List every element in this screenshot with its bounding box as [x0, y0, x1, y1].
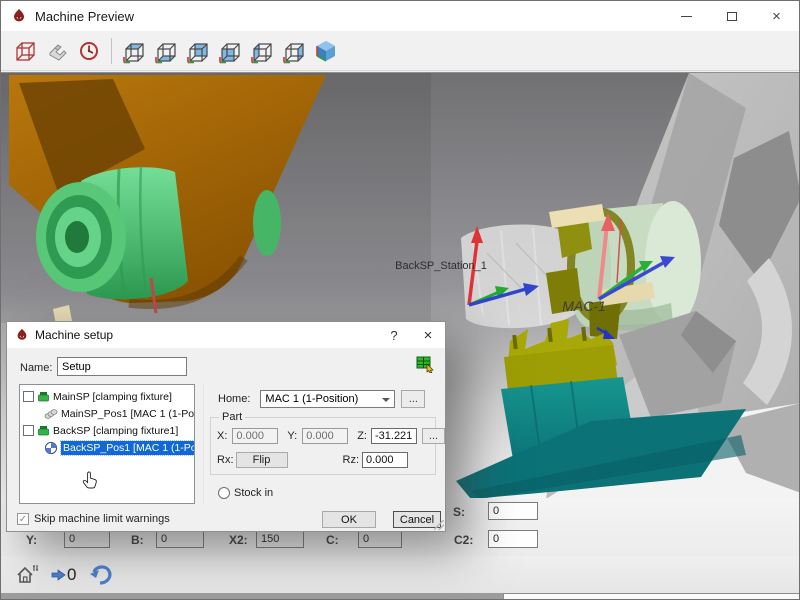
skip-warnings-checkbox[interactable]: ✓ [17, 513, 29, 525]
x2-axis-label: X2: [229, 533, 248, 547]
skip-warnings-label: Skip machine limit warnings [34, 513, 170, 525]
mainsp-checkbox[interactable] [23, 391, 34, 402]
machine-setup-dialog: Machine setup ? × Name: MainSP [clamping… [6, 321, 446, 532]
home-label: Home: [218, 393, 250, 405]
setup-tree: MainSP [clamping fixture] MainSP_Pos1 [M… [19, 384, 195, 504]
stock-in-label: Stock in [234, 487, 273, 499]
machine-housing-icon[interactable] [11, 37, 39, 65]
backsp-checkbox[interactable] [23, 425, 34, 436]
blue-arrow-icon [51, 568, 66, 582]
mac1-label: MAC-1 [562, 298, 606, 314]
dialog-logo-icon [15, 328, 29, 342]
fixture-icon[interactable] [43, 37, 71, 65]
tree-item-label-selected: BackSP_Pos1 [MAC 1 (1-Position)] [61, 441, 195, 455]
stock-in-radio[interactable] [218, 487, 230, 499]
view-right-icon[interactable] [280, 37, 308, 65]
machine-table-icon[interactable] [415, 355, 435, 373]
minimize-button[interactable] [664, 1, 709, 31]
part-x-label: X: [217, 430, 227, 442]
b-axis-field[interactable]: 0 [156, 530, 204, 548]
view-left-icon[interactable] [248, 37, 276, 65]
view-front-icon[interactable] [216, 37, 244, 65]
tree-item-label: MainSP_Pos1 [MAC 1 (1-Position)] [61, 408, 195, 420]
view-top-icon[interactable] [120, 37, 148, 65]
home-position-icon[interactable] [15, 563, 41, 587]
machine-preview-window: Machine Preview × [0, 0, 800, 600]
c2-axis-field[interactable]: 0 [488, 530, 538, 548]
flip-button[interactable]: Flip [236, 452, 288, 468]
view-back-icon[interactable] [184, 37, 212, 65]
sphere-icon [44, 441, 58, 455]
dialog-help-button[interactable]: ? [377, 322, 411, 348]
c-axis-field[interactable]: 0 [358, 530, 402, 548]
s-axis-label: S: [453, 505, 465, 519]
home-combobox-value: MAC 1 (1-Position) [265, 393, 358, 405]
maximize-button[interactable] [709, 1, 754, 31]
close-button[interactable]: × [754, 1, 799, 31]
part-z-field[interactable]: -31.221 [371, 428, 417, 444]
y-axis-field[interactable]: 0 [64, 530, 110, 548]
part-rz-field[interactable]: 0.000 [362, 452, 408, 468]
clamp-icon [37, 390, 50, 403]
tree-item-backsp[interactable]: BackSP [clamping fixture1] [20, 422, 194, 439]
part-rz-label: Rz: [343, 454, 360, 466]
c-axis-label: C: [326, 533, 339, 547]
part-browse-button[interactable]: ... [422, 428, 445, 444]
home-browse-button[interactable]: ... [401, 390, 425, 408]
s-axis-field[interactable]: 0 [488, 502, 538, 520]
home-combobox[interactable]: MAC 1 (1-Position) [260, 390, 395, 408]
dialog-resize-grip[interactable] [434, 520, 444, 530]
simulation-clock-icon[interactable] [75, 37, 103, 65]
tree-item-mainsp[interactable]: MainSP [clamping fixture] [20, 388, 194, 405]
part-x-field[interactable]: 0.000 [232, 428, 278, 444]
dialog-close-button[interactable]: × [411, 322, 445, 348]
toolbar-separator [111, 38, 112, 64]
name-label: Name: [20, 362, 52, 374]
tree-item-backsp-pos1[interactable]: BackSP_Pos1 [MAC 1 (1-Position)] [20, 439, 194, 456]
b-axis-label: B: [131, 533, 144, 547]
view-bottom-icon[interactable] [152, 37, 180, 65]
tree-item-label: MainSP [clamping fixture] [53, 391, 172, 403]
undo-rotation-icon[interactable] [86, 562, 114, 588]
part-y-field[interactable]: 0.000 [302, 428, 348, 444]
part-group-label: Part [219, 411, 245, 423]
window-title: Machine Preview [35, 9, 134, 24]
collet-icon [44, 408, 58, 420]
simulation-control-bar: 0 [1, 556, 800, 593]
title-bar: Machine Preview × [1, 1, 799, 31]
app-logo-icon [11, 8, 27, 24]
view-isometric-icon[interactable] [312, 37, 340, 65]
position-settings-panel: Home: MAC 1 (1-Position) ... Part X: 0.0… [203, 384, 439, 504]
part-y-label: Y: [287, 430, 297, 442]
clamp-icon [37, 424, 50, 437]
stock-in-option[interactable]: Stock in [218, 487, 273, 499]
backsp-station-label: BackSP_Station_1 [395, 260, 487, 272]
tree-item-mainsp-pos1[interactable]: MainSP_Pos1 [MAC 1 (1-Position)] [20, 405, 194, 422]
part-groupbox: Part X: 0.000 Y: 0.000 Z: -31.221 ... Rx… [210, 417, 436, 475]
tree-item-label: BackSP [clamping fixture1] [53, 425, 178, 437]
x2-axis-field[interactable]: 150 [256, 530, 304, 548]
go-to-zero-button[interactable]: 0 [51, 565, 76, 585]
ok-button[interactable]: OK [322, 511, 376, 528]
part-rx-label: Rx: [217, 454, 234, 466]
footer-strip [1, 593, 800, 600]
c2-axis-label: C2: [454, 533, 473, 547]
skip-warnings-option[interactable]: ✓ Skip machine limit warnings [17, 513, 170, 525]
chevron-down-icon [382, 398, 390, 402]
zero-value: 0 [67, 565, 76, 585]
y-axis-label: Y: [26, 533, 37, 547]
part-z-label: Z: [357, 430, 367, 442]
spindle-green-rear [253, 190, 281, 256]
dialog-title-bar: Machine setup ? × [7, 322, 445, 348]
hand-cursor-icon [82, 471, 98, 489]
setup-name-input[interactable] [57, 357, 187, 376]
view-toolbar [1, 31, 799, 71]
dialog-title: Machine setup [35, 328, 377, 342]
